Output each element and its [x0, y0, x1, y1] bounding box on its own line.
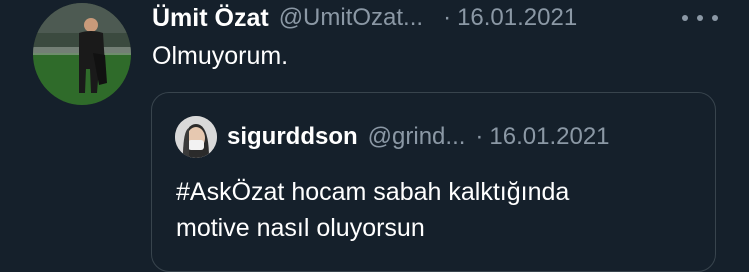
profile-photo-icon: [175, 116, 217, 158]
quoted-author-handle: @grind...: [367, 123, 466, 150]
quoted-text-line: #AskÖzat hocam sabah kalktığında: [176, 178, 570, 206]
separator-dot: ·: [443, 4, 452, 31]
quoted-author-name: sigurddson: [227, 123, 358, 150]
author-name[interactable]: Ümit Özat: [152, 4, 269, 33]
tweet-text: Olmuyorum.: [152, 42, 289, 70]
quoted-author-avatar: [175, 116, 217, 158]
tweet-date[interactable]: 16.01.2021: [457, 4, 577, 32]
more-dot: [697, 15, 703, 21]
author-handle[interactable]: @UmitOzat...: [279, 4, 423, 32]
more-dot: [682, 15, 688, 21]
quoted-tweet-date: 16.01.2021: [489, 123, 610, 150]
more-options-icon[interactable]: [682, 12, 718, 24]
tweet-card[interactable]: Ümit Özat @UmitOzat... · 16.01.2021 Olmu…: [0, 0, 749, 272]
profile-photo-icon: [33, 3, 131, 105]
quoted-tweet-header: sigurddson @grind... · 16.01.2021: [227, 122, 610, 152]
author-avatar[interactable]: [33, 3, 131, 105]
quoted-tweet-text: #AskÖzat hocam sabah kalktığında motive …: [176, 174, 696, 246]
more-dot: [712, 15, 718, 21]
tweet-header: Ümit Özat @UmitOzat... · 16.01.2021: [152, 3, 577, 33]
separator-dot: ·: [475, 123, 484, 150]
quoted-text-line: motive nasıl oluyorsun: [176, 214, 425, 242]
